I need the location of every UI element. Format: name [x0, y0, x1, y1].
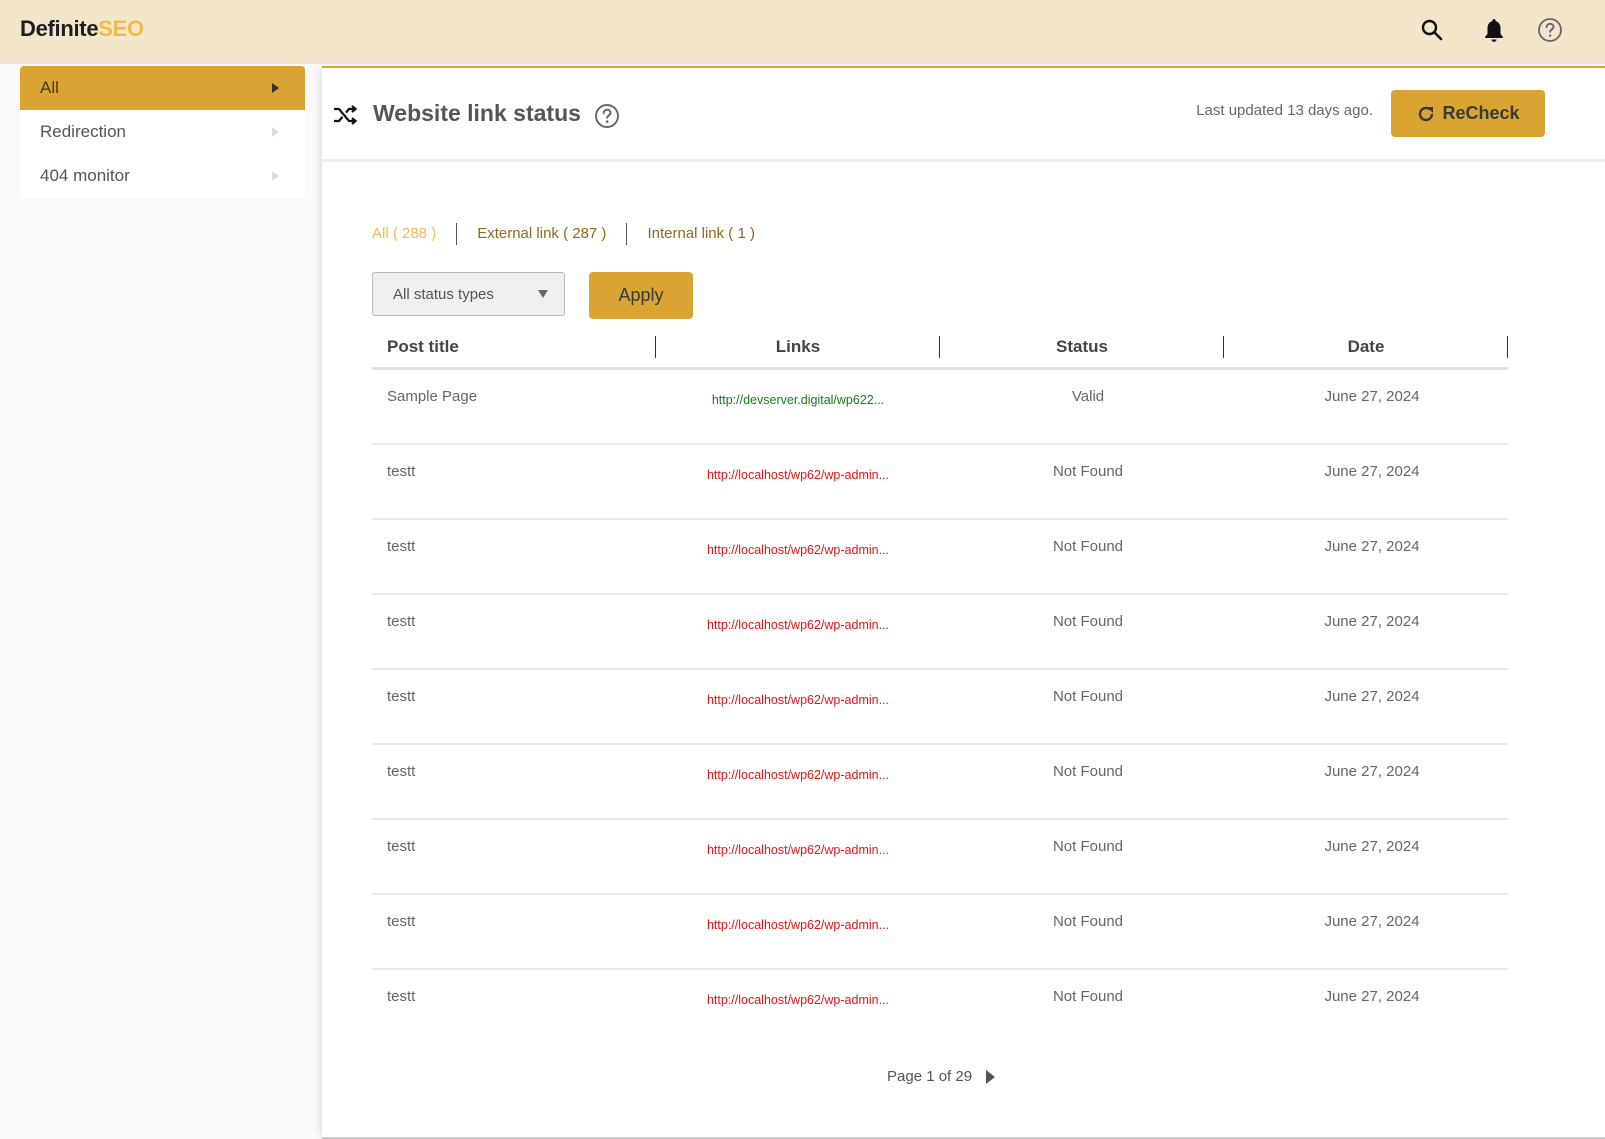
link-cell: http://localhost/wp62/wp-admin... — [656, 520, 940, 593]
table-row: Sample Page http://devserver.digital/wp62… — [372, 370, 1508, 445]
date-cell: June 27, 2024 — [1324, 538, 1420, 555]
chevron-right-icon — [272, 127, 279, 137]
date-cell: June 27, 2024 — [1324, 763, 1420, 780]
help-icon[interactable] — [594, 103, 620, 133]
post-title-cell: testt — [387, 913, 416, 930]
link-cell: http://localhost/wp62/wp-admin... — [656, 670, 940, 743]
link-url[interactable]: http://localhost/wp62/wp-admin... — [707, 843, 889, 857]
sidebar: All Redirection 404 monitor — [20, 66, 305, 198]
apply-button[interactable]: Apply — [589, 272, 693, 319]
table-row: testt http://localhost/wp62/wp-admin... No… — [372, 520, 1508, 595]
status-cell: Valid — [1071, 388, 1105, 405]
link-cell: http://devserver.digital/wp622... — [656, 370, 940, 443]
table-row: testt http://localhost/wp62/wp-admin... No… — [372, 445, 1508, 520]
status-cell: Not Found — [1052, 538, 1124, 555]
sidebar-item-label: Redirection — [40, 122, 126, 141]
post-title-cell: testt — [387, 613, 416, 630]
date-cell: June 27, 2024 — [1324, 688, 1420, 705]
link-cell: http://localhost/wp62/wp-admin... — [656, 445, 940, 518]
status-cell: Not Found — [1052, 838, 1124, 855]
top-bar: DefiniteSEO — [0, 0, 1605, 64]
brand-name-part2: SEO — [98, 16, 144, 41]
search-icon[interactable] — [1418, 16, 1446, 44]
sidebar-item-redirection[interactable]: Redirection — [20, 110, 305, 154]
post-title-cell: testt — [387, 688, 416, 705]
chevron-right-icon — [272, 83, 279, 93]
link-cell: http://localhost/wp62/wp-admin... — [656, 970, 940, 1045]
chevron-right-icon — [272, 171, 279, 181]
post-title-cell: testt — [387, 763, 416, 780]
shuffle-icon — [332, 105, 358, 129]
bell-icon[interactable] — [1480, 16, 1508, 44]
status-cell: Not Found — [1052, 913, 1124, 930]
column-header-links[interactable]: Links — [656, 335, 940, 358]
recheck-button[interactable]: ReCheck — [1391, 90, 1545, 137]
tab-internal-link[interactable]: Internal link ( 1 ) — [626, 223, 775, 245]
link-url[interactable]: http://devserver.digital/wp622... — [712, 393, 884, 407]
post-title-cell: testt — [387, 463, 416, 480]
table-row: testt http://localhost/wp62/wp-admin... No… — [372, 970, 1508, 1045]
link-url[interactable]: http://localhost/wp62/wp-admin... — [707, 543, 889, 557]
tab-external-link[interactable]: External link ( 287 ) — [456, 223, 626, 245]
table-row: testt http://localhost/wp62/wp-admin... No… — [372, 895, 1508, 970]
table-row: testt http://localhost/wp62/wp-admin... No… — [372, 595, 1508, 670]
link-status-table: Post title Links Status Date Sample Page… — [372, 326, 1508, 1045]
pagination: Page 1 of 29 — [887, 1068, 996, 1085]
link-url[interactable]: http://localhost/wp62/wp-admin... — [707, 918, 889, 932]
link-url[interactable]: http://localhost/wp62/wp-admin... — [707, 618, 889, 632]
link-url[interactable]: http://localhost/wp62/wp-admin... — [707, 993, 889, 1007]
status-cell: Not Found — [1052, 688, 1124, 705]
column-header-date[interactable]: Date — [1224, 335, 1508, 358]
caret-down-icon — [538, 290, 548, 298]
brand-name-part1: Definite — [20, 16, 99, 41]
link-url[interactable]: http://localhost/wp62/wp-admin... — [707, 468, 889, 482]
column-header-status[interactable]: Status — [940, 335, 1224, 358]
recheck-label: ReCheck — [1442, 103, 1520, 123]
link-url[interactable]: http://localhost/wp62/wp-admin... — [707, 693, 889, 707]
post-title-cell: Sample Page — [387, 388, 478, 405]
column-header-post-title[interactable]: Post title — [372, 335, 656, 358]
status-type-select[interactable]: All status types — [372, 272, 565, 316]
post-title-cell: testt — [387, 538, 416, 555]
post-title-cell: testt — [387, 838, 416, 855]
panel-header: Website link status Last updated 13 days… — [322, 68, 1605, 162]
sidebar-item-label: All — [40, 78, 59, 97]
link-cell: http://localhost/wp62/wp-admin... — [656, 820, 940, 893]
link-cell: http://localhost/wp62/wp-admin... — [656, 595, 940, 668]
page-title: Website link status — [373, 100, 581, 126]
link-url[interactable]: http://localhost/wp62/wp-admin... — [707, 768, 889, 782]
link-cell: http://localhost/wp62/wp-admin... — [656, 895, 940, 968]
sidebar-item-404-monitor[interactable]: 404 monitor — [20, 154, 305, 198]
brand-logo[interactable]: DefiniteSEO — [20, 16, 144, 42]
date-cell: June 27, 2024 — [1324, 613, 1420, 630]
link-cell: http://localhost/wp62/wp-admin... — [656, 745, 940, 818]
last-updated-text: Last updated 13 days ago. — [1196, 102, 1373, 119]
sidebar-item-label: 404 monitor — [40, 166, 130, 185]
next-page-icon[interactable] — [986, 1069, 996, 1084]
status-cell: Not Found — [1052, 463, 1124, 480]
date-cell: June 27, 2024 — [1324, 463, 1420, 480]
status-cell: Not Found — [1052, 988, 1124, 1005]
tab-all[interactable]: All ( 288 ) — [372, 223, 456, 245]
sidebar-item-all[interactable]: All — [20, 66, 305, 110]
table-row: testt http://localhost/wp62/wp-admin... No… — [372, 820, 1508, 895]
date-cell: June 27, 2024 — [1324, 388, 1420, 405]
refresh-icon — [1419, 106, 1434, 121]
status-select-value: All status types — [393, 285, 494, 303]
link-type-tabs: All ( 288 ) External link ( 287 ) Intern… — [372, 223, 775, 245]
table-header: Post title Links Status Date — [372, 326, 1508, 370]
status-cell: Not Found — [1052, 613, 1124, 630]
help-icon[interactable] — [1536, 16, 1564, 44]
date-cell: June 27, 2024 — [1324, 988, 1420, 1005]
post-title-cell: testt — [387, 988, 416, 1005]
page-indicator: Page 1 of 29 — [887, 1068, 973, 1085]
status-cell: Not Found — [1052, 763, 1124, 780]
date-cell: June 27, 2024 — [1324, 913, 1420, 930]
table-row: testt http://localhost/wp62/wp-admin... No… — [372, 670, 1508, 745]
main-panel: Website link status Last updated 13 days… — [322, 66, 1605, 1139]
date-cell: June 27, 2024 — [1324, 838, 1420, 855]
table-body: Sample Page http://devserver.digital/wp62… — [372, 370, 1508, 1045]
table-row: testt http://localhost/wp62/wp-admin... No… — [372, 745, 1508, 820]
